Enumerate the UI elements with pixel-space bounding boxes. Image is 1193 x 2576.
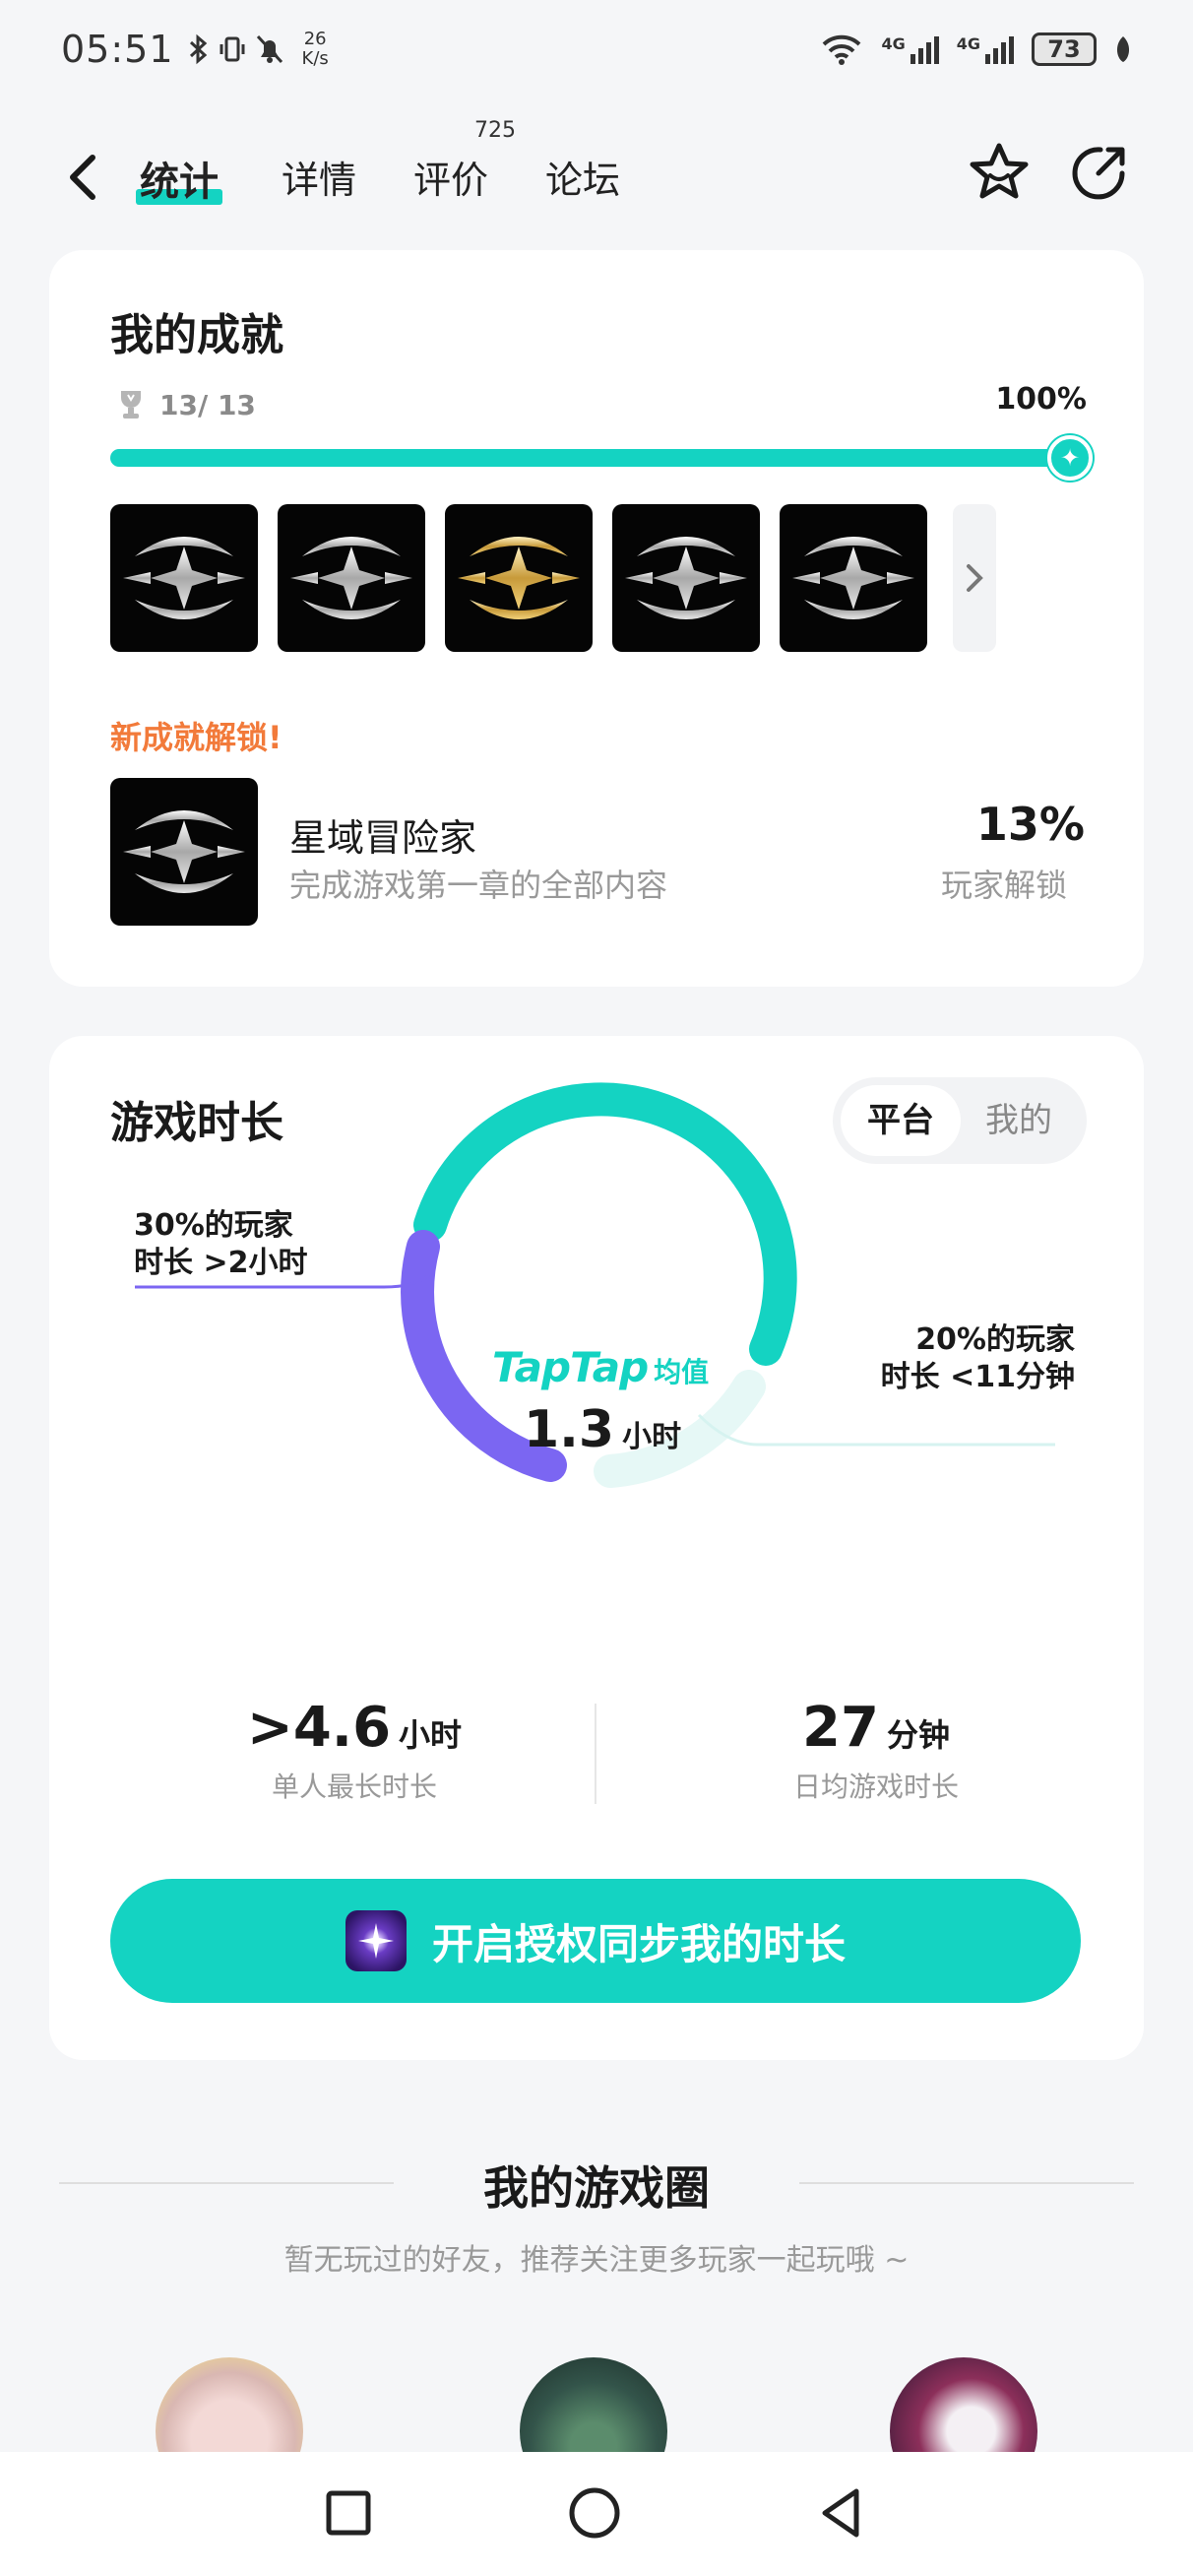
tab-details[interactable]: 详情 <box>282 150 356 204</box>
donut-value-unit: 小时 <box>622 1420 682 1454</box>
achievement-badges <box>110 504 927 652</box>
latest-achievement-badge <box>110 778 258 926</box>
status-bar: 05:51 26 K/s 4G 4G 73 <box>0 0 1193 98</box>
donut-segment-teal <box>413 1082 797 1366</box>
game-circle-subtitle: 暂无玩过的好友，推荐关注更多玩家一起玩哦 ~ <box>283 2243 910 2278</box>
signal-2-icon: 4G <box>957 34 1014 64</box>
mute-icon <box>256 34 283 64</box>
taptap-logo: TapTap <box>492 1343 649 1391</box>
tab-forum[interactable]: 论坛 <box>545 150 620 204</box>
stat-daily-value: 27 <box>802 1696 879 1760</box>
achievements-card[interactable]: 我的成就 13/ 13 100% ✦ 新成就解锁! 星域冒险家 完成游戏第一章的… <box>49 250 1144 987</box>
favorite-star-icon[interactable] <box>965 138 1034 207</box>
callout-right-line1: 20%的玩家 <box>915 1322 1075 1357</box>
review-count-badge: 725 <box>474 118 516 143</box>
game-circle-title: 我的游戏圈 <box>483 2161 710 2215</box>
back-icon[interactable] <box>59 150 108 205</box>
sync-playtime-button[interactable]: 开启授权同步我的时长 <box>110 1879 1081 2003</box>
new-unlock-label: 新成就解锁! <box>110 719 283 756</box>
home-icon[interactable] <box>563 2481 626 2544</box>
status-icons-right: 4G 4G 73 <box>820 32 1132 66</box>
sync-playtime-label: 开启授权同步我的时长 <box>431 1919 846 1968</box>
net-speed-unit: K/s <box>301 48 329 69</box>
badge-silver-1[interactable] <box>110 504 258 652</box>
achievements-title: 我的成就 <box>110 310 283 360</box>
donut-brand: TapTap 均值 <box>492 1343 709 1391</box>
signal-1-label: 4G <box>881 34 906 53</box>
donut-value-number: 1.3 <box>524 1400 615 1459</box>
share-icon[interactable] <box>1065 138 1134 207</box>
recent-apps-icon[interactable] <box>317 2481 380 2544</box>
achievement-progress-bar: ✦ <box>110 435 1093 481</box>
callout-line-right <box>697 1413 1055 1447</box>
system-nav-bar <box>0 2452 1193 2576</box>
status-icons-left: 26 K/s <box>188 30 329 69</box>
latest-achievement-desc: 完成游戏第一章的全部内容 <box>289 867 668 904</box>
callout-left: 30%的玩家 时长 >2小时 <box>134 1207 307 1282</box>
donut-value: 1.3 小时 <box>524 1400 681 1459</box>
game-app-icon <box>345 1910 407 1971</box>
badge-silver-3[interactable] <box>612 504 760 652</box>
callout-right: 20%的玩家 时长 <11分钟 <box>881 1321 1075 1396</box>
top-nav: 统计 详情 评价 725 论坛 <box>0 118 1193 226</box>
stat-daily-average: 27 分钟 日均游戏时长 <box>659 1696 1093 1805</box>
net-speed-value: 26 <box>303 29 327 49</box>
latest-achievement-percent-label: 玩家解锁 <box>940 867 1067 904</box>
net-speed: 26 K/s <box>302 30 329 69</box>
playtime-card: 游戏时长 平台 我的 TapTap 均值 1.3 小时 30%的玩家 时长 >2… <box>49 1036 1144 2060</box>
battery-icon: 73 <box>1032 32 1097 66</box>
badge-gold[interactable] <box>445 504 593 652</box>
stat-max-duration: >4.6 小时 单人最长时长 <box>138 1696 571 1805</box>
tab-reviews[interactable]: 评价 <box>413 150 488 204</box>
callout-left-line2: 时长 >2小时 <box>134 1246 308 1280</box>
sparkle-icon: ✦ <box>1047 435 1093 481</box>
latest-achievement-percent: 13% <box>975 798 1085 851</box>
achievement-count-text: 13/ 13 <box>159 388 256 421</box>
signal-1-icon: 4G <box>881 34 939 64</box>
stat-max-value: >4.6 <box>246 1696 392 1760</box>
badges-more-button[interactable] <box>953 504 996 652</box>
stat-divider <box>595 1704 596 1804</box>
donut-brand-suffix: 均值 <box>654 1356 710 1388</box>
tab-stats[interactable]: 统计 <box>136 150 222 207</box>
divider-right <box>799 2182 1134 2184</box>
latest-achievement-name: 星域冒险家 <box>289 816 477 860</box>
status-time: 05:51 <box>61 28 174 71</box>
signal-2-label: 4G <box>956 34 980 53</box>
callout-left-line1: 30%的玩家 <box>134 1208 293 1243</box>
trophy-icon <box>121 391 141 419</box>
stat-max-unit: 小时 <box>399 1716 463 1754</box>
wifi-icon <box>823 34 861 65</box>
stat-daily-label: 日均游戏时长 <box>792 1771 959 1803</box>
chevron-right-icon <box>967 564 983 592</box>
stat-max-label: 单人最长时长 <box>271 1771 437 1803</box>
latest-achievement[interactable]: 星域冒险家 完成游戏第一章的全部内容 13% 玩家解锁 <box>110 778 1085 926</box>
stat-daily-unit: 分钟 <box>886 1716 950 1754</box>
back-nav-icon[interactable] <box>811 2481 874 2544</box>
callout-right-line2: 时长 <11分钟 <box>880 1360 1075 1394</box>
leaf-icon <box>1116 36 1130 62</box>
achievement-percent: 100% <box>995 382 1087 417</box>
badge-silver-2[interactable] <box>278 504 425 652</box>
vibrate-icon <box>220 36 245 62</box>
badge-silver-4[interactable] <box>780 504 927 652</box>
achievement-count: 13/ 13 <box>116 388 256 421</box>
bluetooth-icon <box>189 33 207 65</box>
